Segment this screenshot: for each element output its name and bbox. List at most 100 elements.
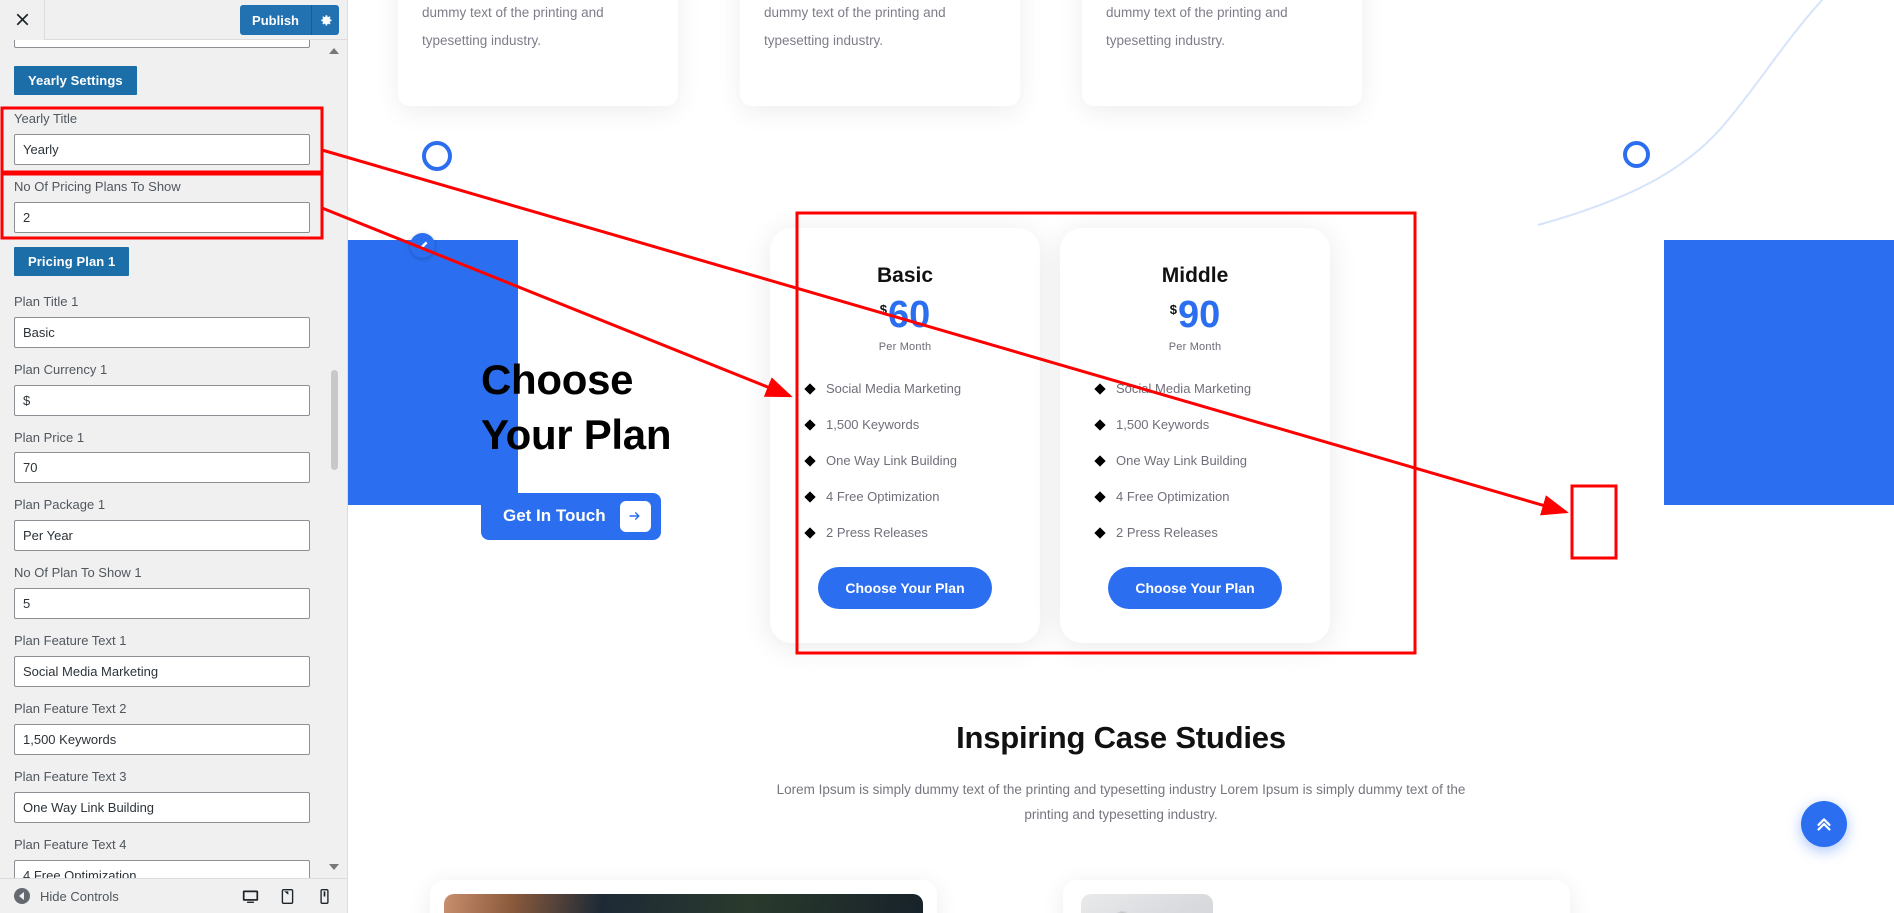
diamond-bullet-icon: [804, 382, 816, 395]
input-plan-currency-1[interactable]: [14, 384, 310, 416]
label-no-of-plan-to-show-1: No Of Plan To Show 1: [14, 565, 142, 581]
plan-price: 60: [887, 294, 931, 336]
site-preview-frame[interactable]: Lorem Ipsum is simply dummy text of the …: [348, 0, 1894, 913]
publish-button[interactable]: Publish: [240, 5, 311, 35]
customizer-fields-scroll[interactable]: Yearly Settings Yearly Title No Of Prici…: [0, 40, 347, 878]
input-yearly-title[interactable]: [14, 133, 310, 165]
gear-icon[interactable]: [311, 5, 339, 35]
customizer-header: Publish: [0, 0, 347, 40]
plan-title: Middle: [1161, 264, 1229, 287]
list-item: Social Media Marketing: [804, 381, 1040, 396]
diamond-bullet-icon: [1094, 526, 1106, 539]
diamond-bullet-icon: [1094, 454, 1106, 467]
scroll-to-top-button[interactable]: [1801, 801, 1847, 847]
field-no-of-pricing-plans: No Of Pricing Plans To Show: [14, 173, 333, 233]
label-no-of-pricing-plans: No Of Pricing Plans To Show: [14, 178, 181, 194]
input-plan-package-1[interactable]: [14, 520, 310, 552]
diamond-bullet-icon: [1094, 418, 1106, 431]
list-item: 2 Press Releases: [1094, 525, 1330, 540]
plan-currency: $: [879, 302, 887, 317]
diamond-bullet-icon: [804, 490, 816, 503]
service-card[interactable]: Lorem Ipsum is simply dummy text of the …: [740, 0, 1020, 106]
field-plan-feature-text-2: Plan Feature Text 2: [14, 695, 333, 756]
input-plan-title-1[interactable]: [14, 316, 310, 348]
decorative-blue-block-right: [1664, 240, 1894, 505]
input-plan-price-1[interactable]: [14, 452, 310, 484]
publish-button-group[interactable]: Publish: [240, 5, 339, 35]
input-plan-feature-text-1[interactable]: [14, 656, 310, 688]
field-plan-title-1: Plan Title 1: [14, 288, 333, 348]
plan-heading-block: Choose Your Plan Get In Touch: [481, 352, 811, 540]
mobile-icon[interactable]: [316, 888, 333, 905]
desktop-icon[interactable]: [242, 888, 259, 905]
close-icon[interactable]: [0, 0, 45, 40]
feature-text: Social Media Marketing: [1116, 381, 1252, 396]
label-plan-feature-text-4: Plan Feature Text 4: [14, 836, 127, 852]
service-card-text: Lorem Ipsum is simply dummy text of the …: [422, 5, 604, 48]
label-plan-feature-text-2: Plan Feature Text 2: [14, 701, 127, 717]
choose-your-plan-button[interactable]: Choose Your Plan: [1108, 567, 1282, 609]
case-studies-subtitle: Lorem Ipsum is simply dummy text of the …: [776, 782, 1466, 822]
decorative-ring: [1623, 141, 1650, 168]
field-plan-package-1: Plan Package 1: [14, 491, 333, 552]
choose-your-plan-button[interactable]: Choose Your Plan: [818, 567, 992, 609]
feature-text: 2 Press Releases: [826, 525, 928, 540]
close-glyph: [16, 13, 28, 26]
plan-feature-list: Social Media Marketing 1,500 Keywords On…: [770, 381, 1040, 561]
plan-heading-line-2: Your Plan: [481, 411, 672, 459]
label-plan-feature-text-3: Plan Feature Text 3: [14, 769, 127, 785]
pricing-card-middle[interactable]: Middle $ 90 Per Month Social Media Marke…: [1060, 228, 1330, 643]
scroll-down-arrow[interactable]: [327, 860, 341, 874]
sidebar-scrollbar-thumb[interactable]: [331, 370, 338, 470]
diamond-bullet-icon: [804, 526, 816, 539]
partial-field-above[interactable]: [14, 40, 310, 48]
service-card-text: Lorem Ipsum is simply dummy text of the …: [764, 5, 946, 48]
plan-heading-line-1: Choose: [481, 356, 634, 403]
case-study-thumbnail: [1081, 894, 1213, 913]
input-plan-feature-text-4[interactable]: [14, 859, 310, 878]
input-no-of-pricing-plans[interactable]: [14, 201, 310, 233]
input-plan-feature-text-2[interactable]: [14, 724, 310, 756]
gear-glyph: [321, 14, 332, 25]
pencil-edit-icon[interactable]: [410, 233, 435, 258]
chevron-double-up-icon: [1817, 818, 1831, 831]
service-card[interactable]: Lorem Ipsum is simply dummy text of the …: [398, 0, 678, 106]
feature-text: 1,500 Keywords: [1116, 417, 1210, 432]
pricing-card-basic[interactable]: Basic $ 60 Per Month Social Media Market…: [770, 228, 1040, 643]
list-item: 4 Free Optimization: [1094, 489, 1330, 504]
hide-controls-button[interactable]: Hide Controls: [14, 888, 119, 904]
scroll-up-arrow[interactable]: [327, 44, 341, 58]
feature-text: 1,500 Keywords: [826, 417, 920, 432]
decorative-ring: [422, 141, 452, 171]
label-plan-currency-1: Plan Currency 1: [14, 361, 108, 377]
plan-package: Per Month: [878, 341, 932, 353]
feature-text: 4 Free Optimization: [826, 489, 940, 504]
get-in-touch-button[interactable]: Get In Touch: [481, 492, 661, 540]
list-item: 1,500 Keywords: [1094, 417, 1330, 432]
case-study-card[interactable]: [430, 880, 937, 913]
plan-feature-list: Social Media Marketing 1,500 Keywords On…: [1060, 381, 1330, 561]
plan-price-row: $ 60: [880, 296, 931, 334]
feature-text: One Way Link Building: [826, 453, 958, 468]
service-card[interactable]: Lorem Ipsum is simply dummy text of the …: [1082, 0, 1362, 106]
case-study-card[interactable]: Legacy Classic: [1063, 880, 1570, 913]
tablet-icon[interactable]: [279, 888, 296, 905]
diamond-bullet-icon: [1094, 490, 1106, 503]
plan-price-row: $ 90: [1170, 296, 1221, 334]
diamond-bullet-icon: [1094, 382, 1106, 395]
feature-text: Social Media Marketing: [826, 381, 962, 396]
field-plan-feature-text-3: Plan Feature Text 3: [14, 763, 333, 823]
page-title: Choose Your Plan: [481, 352, 811, 463]
diamond-bullet-icon: [804, 418, 816, 431]
pricing-plan-1-section-button[interactable]: Pricing Plan 1: [14, 246, 130, 276]
yearly-settings-section-button[interactable]: Yearly Settings: [14, 66, 137, 95]
plan-price: 90: [1177, 294, 1221, 336]
arrow-right-glyph: [629, 512, 640, 521]
service-cards-row: Lorem Ipsum is simply dummy text of the …: [398, 0, 1828, 106]
list-item: 2 Press Releases: [804, 525, 1040, 540]
plan-title: Basic: [876, 264, 934, 287]
input-plan-feature-text-3[interactable]: [14, 791, 310, 823]
input-no-of-plan-to-show-1[interactable]: [14, 588, 310, 620]
label-plan-title-1: Plan Title 1: [14, 293, 79, 309]
list-item: 1,500 Keywords: [804, 417, 1040, 432]
